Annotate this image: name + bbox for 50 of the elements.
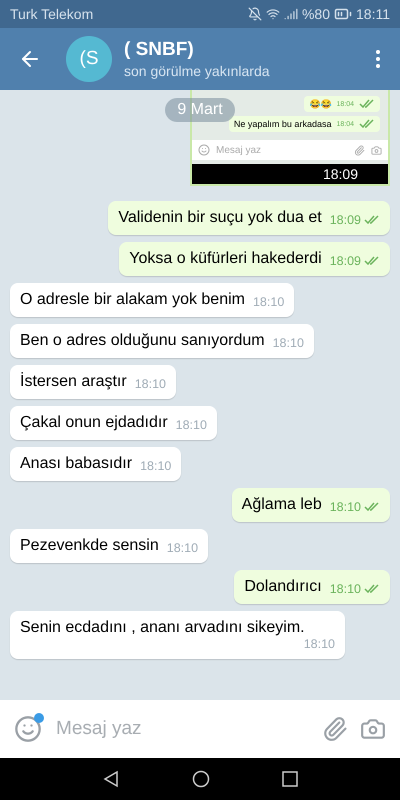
last-seen: son görülme yakınlarda	[124, 63, 271, 79]
message-time: 18:10	[304, 637, 335, 651]
message-text: Validenin bir suçu yok dua et	[118, 209, 322, 227]
home-nav-icon[interactable]	[192, 770, 210, 788]
mini-time-label: 18:09	[322, 166, 358, 182]
mini-message-text: 😂😂	[309, 99, 332, 109]
message-time: 18:10	[140, 459, 172, 473]
message-time: 18:10	[272, 336, 304, 350]
mini-message-text: Ne yapalım bu arkadasa	[234, 119, 332, 129]
message-time: 18:10	[176, 418, 207, 432]
message-time: 18:10	[252, 295, 284, 309]
wifi-icon	[266, 7, 280, 21]
camera-icon	[371, 144, 382, 156]
message-text: Dolandırıcı	[244, 578, 322, 596]
mute-icon	[248, 7, 262, 21]
message-time: 18:09	[330, 254, 361, 268]
message-text: O adresle bir alakam yok benim	[20, 291, 245, 309]
message-time: 18:10	[134, 377, 166, 391]
message-text: Ağlama leb	[242, 496, 322, 514]
message-time: 18:10	[166, 541, 198, 555]
emoji-icon[interactable]	[14, 715, 42, 743]
double-check-icon	[364, 502, 380, 512]
message-time: 18:10	[330, 582, 361, 596]
recents-nav-icon[interactable]	[282, 771, 298, 787]
message-text: Pezevenkde sensin	[20, 537, 159, 555]
message-text: Anası babasıdır	[20, 455, 132, 473]
message-text: Senin ecdadını , ananı arvadını sikeyim.	[20, 619, 306, 637]
message-time: 18:09	[330, 213, 361, 227]
message-text: İstersen araştır	[20, 373, 127, 391]
double-check-icon	[364, 584, 380, 594]
double-check-icon	[364, 215, 380, 225]
message-text: Çakal onun ejdadıdır	[20, 414, 168, 432]
emoji-icon	[198, 144, 210, 156]
message-field[interactable]: Mesaj yaz	[0, 700, 400, 758]
message-time: 18:10	[330, 500, 361, 514]
mini-text-input[interactable]: Mesaj yaz	[216, 144, 348, 156]
double-check-icon	[364, 256, 380, 266]
avatar[interactable]: (S	[66, 36, 112, 82]
back-nav-icon[interactable]	[102, 770, 120, 788]
battery-percent: %80	[302, 6, 330, 22]
message-text: Ben o adres olduğunu sanıyordum	[20, 332, 265, 350]
carrier-name: Turk Telekom	[10, 6, 94, 22]
attach-icon	[354, 144, 365, 156]
attach-icon[interactable]	[322, 716, 348, 742]
double-check-icon	[359, 99, 375, 109]
double-check-icon	[359, 119, 375, 129]
signal-icon	[284, 7, 298, 21]
message-text: Yoksa o küfürleri hakederdi	[129, 250, 322, 268]
chat-title: ( SNBF)	[124, 39, 195, 61]
clock: 18:11	[356, 6, 390, 22]
